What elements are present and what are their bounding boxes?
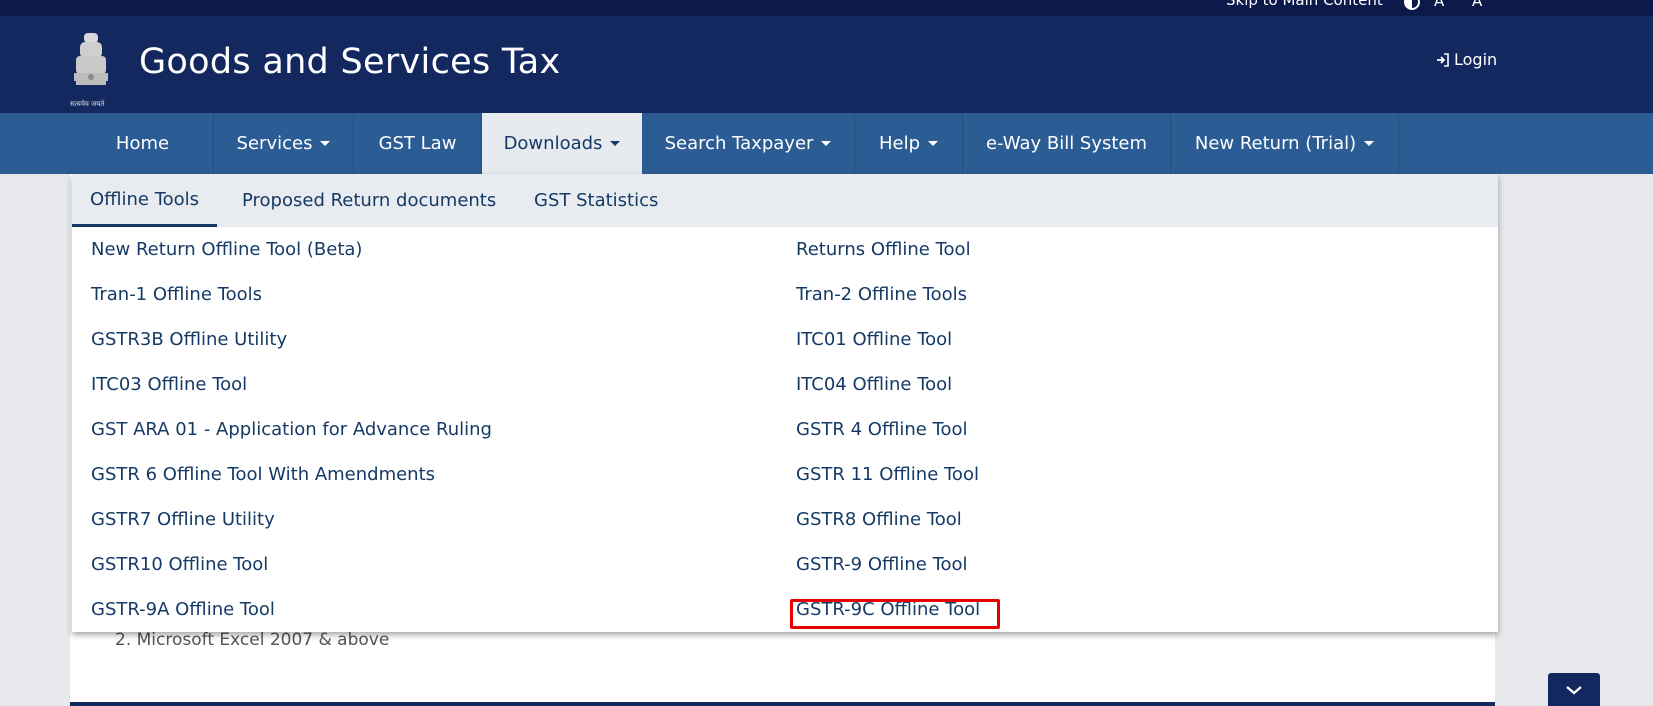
nav-gst-law-label: GST Law — [378, 133, 457, 154]
emblem-caption: सत्यमेव जयते — [70, 100, 105, 108]
nav-services[interactable]: Services — [214, 113, 354, 174]
dropdown-tabs: Offline Tools Proposed Return documents … — [72, 174, 1498, 227]
caret-down-icon — [610, 141, 621, 146]
main-navigation: Home Services GST Law Downloads Search T… — [0, 113, 1653, 174]
highlight-box — [790, 599, 1000, 629]
footer-edge — [70, 702, 1495, 706]
link-returns-offline-tool[interactable]: Returns Offline Tool — [796, 237, 971, 263]
nav-help-label: Help — [878, 133, 921, 154]
link-tran2-offline-tools[interactable]: Tran-2 Offline Tools — [796, 282, 967, 308]
nav-home[interactable]: Home — [72, 113, 214, 174]
nav-new-return[interactable]: New Return (Trial) — [1171, 113, 1399, 174]
top-utility-bar: Skip to Main Content A A — [0, 0, 1653, 16]
link-itc03-offline-tool[interactable]: ITC03 Offline Tool — [91, 372, 247, 398]
site-header: सत्यमेव जयते Goods and Services Tax Logi… — [0, 16, 1653, 113]
link-gstr4-offline-tool[interactable]: GSTR 4 Offline Tool — [796, 417, 968, 443]
site-title[interactable]: Goods and Services Tax — [139, 42, 561, 82]
link-gstr7-offline-utility[interactable]: GSTR7 Offline Utility — [91, 507, 275, 533]
tab-gst-statistics-label: GST Statistics — [534, 190, 659, 211]
nav-services-label: Services — [236, 133, 313, 154]
national-emblem-icon — [74, 33, 108, 85]
downloads-dropdown-menu: Offline Tools Proposed Return documents … — [72, 174, 1498, 632]
nav-search-taxpayer[interactable]: Search Taxpayer — [642, 113, 855, 174]
nav-search-taxpayer-label: Search Taxpayer — [664, 133, 814, 154]
caret-down-icon — [1364, 141, 1375, 146]
nav-help[interactable]: Help — [855, 113, 963, 174]
scroll-down-button[interactable] — [1548, 673, 1600, 706]
font-increase-button[interactable]: A — [1434, 0, 1444, 10]
nav-downloads[interactable]: Downloads — [482, 113, 642, 174]
link-itc04-offline-tool[interactable]: ITC04 Offline Tool — [796, 372, 952, 398]
requirements-list-item: 2. Microsoft Excel 2007 & above — [115, 630, 390, 650]
link-gstr9a-offline-tool[interactable]: GSTR-9A Offline Tool — [91, 597, 275, 623]
link-gstr10-offline-tool[interactable]: GSTR10 Offline Tool — [91, 552, 268, 578]
link-gst-ara01[interactable]: GST ARA 01 - Application for Advance Rul… — [91, 417, 492, 443]
caret-down-icon — [320, 141, 331, 146]
tab-offline-tools-label: Offline Tools — [89, 188, 200, 210]
font-decrease-button[interactable]: A — [1472, 0, 1482, 10]
nav-eway-bill[interactable]: e-Way Bill System — [963, 113, 1171, 174]
nav-eway-bill-label: e-Way Bill System — [985, 133, 1148, 154]
link-new-return-offline-tool[interactable]: New Return Offline Tool (Beta) — [91, 237, 362, 263]
caret-down-icon — [928, 141, 939, 146]
login-label: Login — [1454, 50, 1498, 69]
tab-proposed-return-documents[interactable]: Proposed Return documents — [242, 174, 496, 227]
chevron-down-icon — [1566, 685, 1582, 694]
skip-to-main-content-link[interactable]: Skip to Main Content — [1226, 0, 1383, 9]
tab-proposed-return-documents-label: Proposed Return documents — [242, 190, 497, 211]
nav-gst-law[interactable]: GST Law — [354, 113, 482, 174]
contrast-toggle-icon[interactable] — [1404, 0, 1420, 10]
tab-gst-statistics[interactable]: GST Statistics — [534, 174, 658, 227]
nav-new-return-label: New Return (Trial) — [1194, 133, 1357, 154]
link-gstr8-offline-tool[interactable]: GSTR8 Offline Tool — [796, 507, 962, 533]
link-gstr6-offline-tool[interactable]: GSTR 6 Offline Tool With Amendments — [91, 462, 435, 488]
link-gstr11-offline-tool[interactable]: GSTR 11 Offline Tool — [796, 462, 979, 488]
tab-offline-tools[interactable]: Offline Tools — [72, 174, 217, 227]
link-gstr3b-offline-utility[interactable]: GSTR3B Offline Utility — [91, 327, 287, 353]
login-link[interactable]: Login — [1436, 50, 1497, 69]
link-gstr9-offline-tool[interactable]: GSTR-9 Offline Tool — [796, 552, 968, 578]
sign-in-icon — [1437, 52, 1449, 67]
link-tran1-offline-tools[interactable]: Tran-1 Offline Tools — [91, 282, 262, 308]
link-itc01-offline-tool[interactable]: ITC01 Offline Tool — [796, 327, 952, 353]
caret-down-icon — [821, 141, 832, 146]
nav-home-label: Home — [115, 133, 170, 154]
nav-downloads-label: Downloads — [503, 133, 603, 154]
